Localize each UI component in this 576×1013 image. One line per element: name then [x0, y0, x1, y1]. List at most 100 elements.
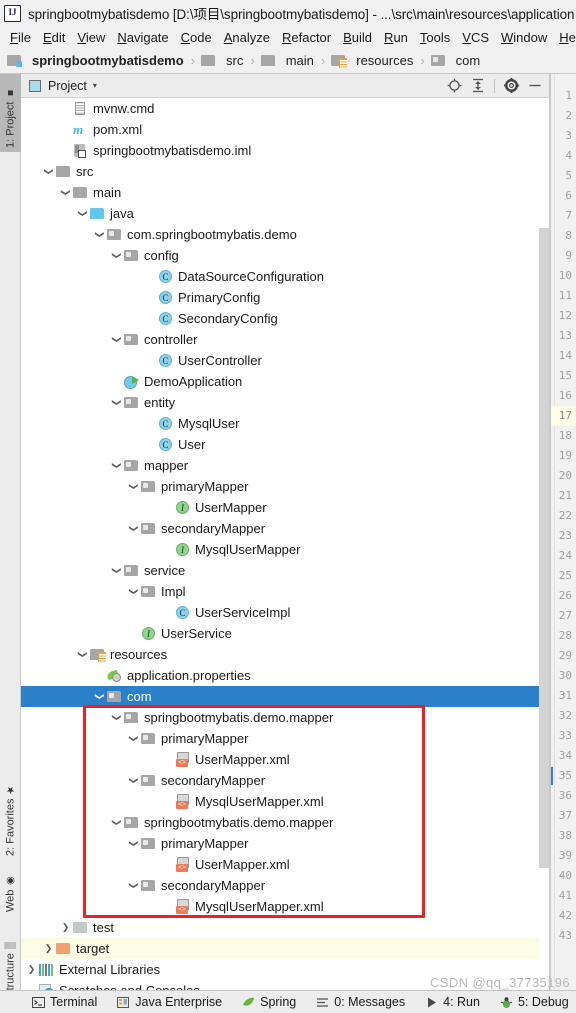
locate-target-icon[interactable] — [447, 78, 462, 93]
tree-row[interactable]: ❯ springbootmybatis.demo.mapper — [21, 707, 549, 728]
tree-scrollbar-track[interactable] — [539, 98, 549, 990]
tree-row[interactable]: I UserService — [21, 623, 549, 644]
chevron-down-icon[interactable]: ▾ — [93, 81, 97, 90]
menu-item-vcs[interactable]: VCS — [456, 30, 495, 45]
tree-row[interactable]: MysqlUserMapper.xml — [21, 791, 549, 812]
chevron-down-icon[interactable]: ❯ — [129, 585, 139, 598]
tree-row[interactable]: application.properties — [21, 665, 549, 686]
tree-row[interactable]: I MysqlUserMapper — [21, 539, 549, 560]
tree-row[interactable]: I UserMapper — [21, 497, 549, 518]
tree-row[interactable]: MysqlUserMapper.xml — [21, 896, 549, 917]
chevron-down-icon[interactable]: ❯ — [112, 459, 122, 472]
menu-item-code[interactable]: Code — [175, 30, 218, 45]
menu-item-navigate[interactable]: Navigate — [111, 30, 174, 45]
status-bar-item-run[interactable]: 4: Run — [415, 995, 490, 1009]
menu-item-tools[interactable]: Tools — [414, 30, 456, 45]
chevron-down-icon[interactable]: ❯ — [129, 879, 139, 892]
tree-row[interactable]: UserMapper.xml — [21, 854, 549, 875]
chevron-down-icon[interactable]: ❯ — [61, 186, 71, 199]
tree-scrollbar-thumb[interactable] — [539, 228, 549, 868]
chevron-down-icon[interactable]: ❯ — [44, 165, 54, 178]
chevron-down-icon[interactable]: ❯ — [112, 249, 122, 262]
tree-row[interactable]: C User — [21, 434, 549, 455]
status-bar-item-terminal[interactable]: Terminal — [22, 995, 107, 1009]
chevron-right-icon[interactable]: ❯ — [25, 965, 38, 974]
tree-row[interactable]: ❯ entity — [21, 392, 549, 413]
chevron-down-icon[interactable]: ❯ — [129, 774, 139, 787]
chevron-down-icon[interactable]: ❯ — [112, 816, 122, 829]
collapse-all-icon[interactable] — [471, 78, 485, 93]
tree-row[interactable]: ❯ com.springbootmybatis.demo — [21, 224, 549, 245]
tree-row[interactable]: ❯ secondaryMapper — [21, 770, 549, 791]
breadcrumb-item-com[interactable]: com — [430, 53, 483, 68]
chevron-right-icon[interactable]: ❯ — [59, 923, 72, 932]
chevron-down-icon[interactable]: ❯ — [112, 564, 122, 577]
tree-row[interactable]: ❯ springbootmybatis.demo.mapper — [21, 812, 549, 833]
gear-icon[interactable] — [504, 78, 519, 93]
tree-row[interactable]: ❯ secondaryMapper — [21, 875, 549, 896]
chevron-down-icon[interactable]: ❯ — [129, 837, 139, 850]
tree-row[interactable]: ❯ resources — [21, 644, 549, 665]
tree-row[interactable]: C PrimaryConfig — [21, 287, 549, 308]
breadcrumb-item-main[interactable]: main — [260, 53, 316, 68]
chevron-right-icon[interactable]: ❯ — [42, 944, 55, 953]
tree-row[interactable]: DemoApplication — [21, 371, 549, 392]
menu-item-view[interactable]: View — [71, 30, 111, 45]
status-bar[interactable]: Terminal Java Enterprise Spring 0: Messages… — [0, 990, 576, 1013]
menu-item-edit[interactable]: Edit — [37, 30, 71, 45]
chevron-down-icon[interactable]: ❯ — [112, 333, 122, 346]
tree-row[interactable]: m pom.xml — [21, 119, 549, 140]
tool-window-tab-project[interactable]: 1: Project ■ — [0, 74, 21, 152]
tree-row[interactable]: C DataSourceConfiguration — [21, 266, 549, 287]
status-bar-item-spring[interactable]: Spring — [232, 995, 306, 1009]
menu-item-build[interactable]: Build — [337, 30, 378, 45]
tree-row[interactable]: ❯ main — [21, 182, 549, 203]
breadcrumb[interactable]: springbootmybatisdemo › src › main › resources… — [0, 48, 576, 74]
tree-row[interactable]: UserMapper.xml — [21, 749, 549, 770]
tree-row[interactable]: ❯ src — [21, 161, 549, 182]
chevron-down-icon[interactable]: ❯ — [95, 228, 105, 241]
menu-item-window[interactable]: Window — [495, 30, 553, 45]
tree-row[interactable]: ❯ service — [21, 560, 549, 581]
tree-row[interactable]: ❯ config — [21, 245, 549, 266]
breadcrumb-item-springbootmybatisdemo[interactable]: springbootmybatisdemo — [6, 53, 186, 68]
chevron-down-icon[interactable]: ❯ — [78, 648, 88, 661]
tool-window-tab-web[interactable]: Web ◉ — [0, 864, 21, 916]
menu-item-help[interactable]: Help — [553, 30, 576, 45]
status-bar-item-java-enterprise[interactable]: Java Enterprise — [107, 995, 232, 1009]
breadcrumb-item-src[interactable]: src — [200, 53, 245, 68]
tree-row[interactable]: ❯ primaryMapper — [21, 728, 549, 749]
tree-row[interactable]: C UserServiceImpl — [21, 602, 549, 623]
tree-row[interactable]: ❯ mapper — [21, 455, 549, 476]
status-bar-item-messages[interactable]: 0: Messages — [306, 995, 415, 1009]
tree-row[interactable]: ❯ primaryMapper — [21, 833, 549, 854]
tree-row[interactable]: mvnw.cmd — [21, 98, 549, 119]
chevron-down-icon[interactable]: ❯ — [112, 711, 122, 724]
tree-row[interactable]: C SecondaryConfig — [21, 308, 549, 329]
tree-row[interactable]: ❯ Impl — [21, 581, 549, 602]
tree-row[interactable]: ❯ secondaryMapper — [21, 518, 549, 539]
status-bar-item-debug[interactable]: 5: Debug — [490, 995, 576, 1009]
chevron-down-icon[interactable]: ❯ — [112, 396, 122, 409]
tool-window-tab-favorites[interactable]: 2: Favorites ★ — [0, 764, 21, 860]
chevron-down-icon[interactable]: ❯ — [129, 522, 139, 535]
menu-item-analyze[interactable]: Analyze — [218, 30, 276, 45]
tree-row[interactable]: ❯ com — [21, 686, 549, 707]
tree-row[interactable]: C UserController — [21, 350, 549, 371]
chevron-down-icon[interactable]: ❯ — [129, 480, 139, 493]
breadcrumb-item-resources[interactable]: resources — [330, 53, 415, 68]
chevron-down-icon[interactable]: ❯ — [95, 690, 105, 703]
tree-row[interactable]: ❯ target — [21, 938, 549, 959]
menu-bar[interactable]: File Edit View Navigate Code Analyze Refactor B… — [0, 26, 576, 48]
tree-row[interactable]: springbootmybatisdemo.iml — [21, 140, 549, 161]
project-tree[interactable]: mvnw.cmd m pom.xml springbootmybatisdemo.im… — [21, 98, 549, 990]
chevron-down-icon[interactable]: ❯ — [78, 207, 88, 220]
minimize-icon[interactable] — [528, 78, 542, 93]
tree-row[interactable]: ❯ java — [21, 203, 549, 224]
menu-item-refactor[interactable]: Refactor — [276, 30, 337, 45]
tree-row[interactable]: ❯ controller — [21, 329, 549, 350]
tree-row[interactable]: ❯ primaryMapper — [21, 476, 549, 497]
tree-row[interactable]: C MysqlUser — [21, 413, 549, 434]
chevron-down-icon[interactable]: ❯ — [129, 732, 139, 745]
menu-item-file[interactable]: File — [4, 30, 37, 45]
